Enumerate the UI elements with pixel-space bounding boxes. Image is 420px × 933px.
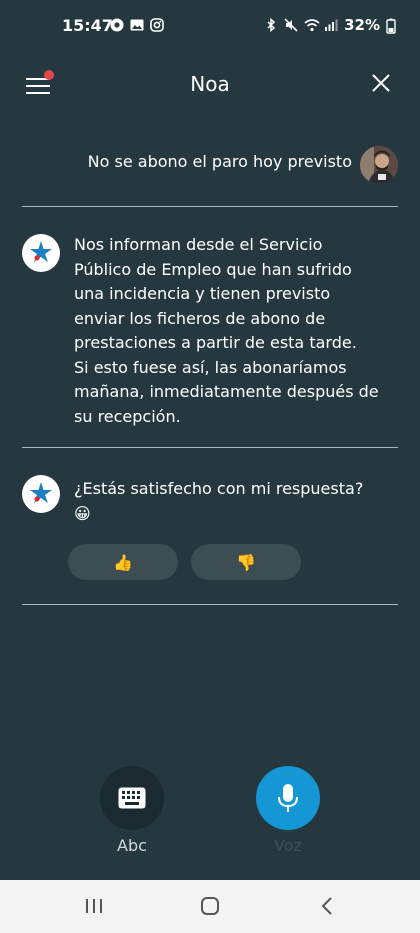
bot-message-line: enviar los ficheros de abono de (74, 308, 326, 328)
satisfaction-question: ¿Estás satisfecho con mi respuesta? 😀 (74, 477, 394, 526)
bot-message-line: Nos informan desde el Servicio (74, 235, 323, 254)
thumbs-down-button[interactable]: 👎 (191, 544, 301, 580)
voice-label: Voz (274, 836, 302, 855)
battery-icon (386, 18, 400, 34)
keyboard-icon (118, 787, 146, 809)
keyboard-button[interactable] (100, 766, 164, 830)
status-system-icons: 32% (264, 16, 400, 34)
system-navigation-bar (0, 880, 420, 933)
thumbs-up-button[interactable]: 👍 (68, 544, 178, 580)
bot-message-line: Si esto fuese así, las abonaríamos (74, 357, 347, 377)
divider (22, 206, 398, 207)
bluetooth-icon (264, 17, 278, 33)
signal-icon (324, 18, 338, 32)
bot-message-line: su recepción. (74, 406, 181, 426)
status-time: 15:47 (62, 16, 113, 35)
close-icon (372, 74, 390, 92)
microphone-icon (278, 784, 298, 812)
gallery-icon (130, 17, 144, 31)
close-button[interactable] (370, 72, 392, 94)
user-avatar (360, 146, 398, 184)
recent-apps-button[interactable] (82, 894, 106, 918)
chrome-icon (110, 17, 124, 32)
bot-avatar (22, 475, 60, 513)
bot-message: Nos informan desde el Servicio Público d… (74, 233, 394, 429)
back-button[interactable] (316, 894, 340, 918)
app-header: Noa (0, 60, 420, 106)
back-icon (321, 897, 332, 915)
home-button[interactable] (198, 894, 222, 918)
instagram-icon (150, 17, 164, 32)
smile-emoji: 😀 (74, 503, 91, 523)
recent-apps-icon (86, 899, 102, 913)
status-notification-icons (110, 17, 164, 32)
status-bar: 15:47 32% (0, 0, 420, 52)
caixabank-star-icon (30, 241, 52, 262)
bot-avatar (22, 234, 60, 272)
satisfaction-question-text: ¿Estás satisfecho con mi respuesta? (74, 479, 364, 498)
keyboard-label: Abc (117, 836, 147, 855)
divider (22, 447, 398, 448)
user-message-text: No se abono el paro hoy previsto (87, 152, 352, 171)
mute-icon (284, 18, 298, 32)
page-title: Noa (190, 72, 230, 96)
caixabank-star-icon (30, 482, 52, 503)
voice-action[interactable]: Voz (256, 766, 320, 855)
divider (22, 604, 398, 605)
bot-message-line: Público de Empleo que han sufrido (74, 259, 352, 279)
wifi-icon (304, 18, 320, 32)
thumbs-up-icon: 👍 (113, 552, 133, 572)
voice-button[interactable] (256, 766, 320, 830)
keyboard-action[interactable]: Abc (100, 766, 164, 855)
user-message: No se abono el paro hoy previsto (0, 144, 420, 186)
battery-percent: 32% (344, 16, 380, 34)
bot-message-line: una incidencia y tienen previsto (74, 284, 331, 303)
thumbs-down-icon: 👎 (236, 552, 256, 572)
home-icon (201, 897, 219, 915)
bot-message-line: mañana, inmediatamente después de (74, 382, 379, 401)
rating-buttons: 👍 👎 (68, 544, 301, 580)
bot-message-line: prestaciones a partir de esta tarde. (74, 333, 357, 352)
